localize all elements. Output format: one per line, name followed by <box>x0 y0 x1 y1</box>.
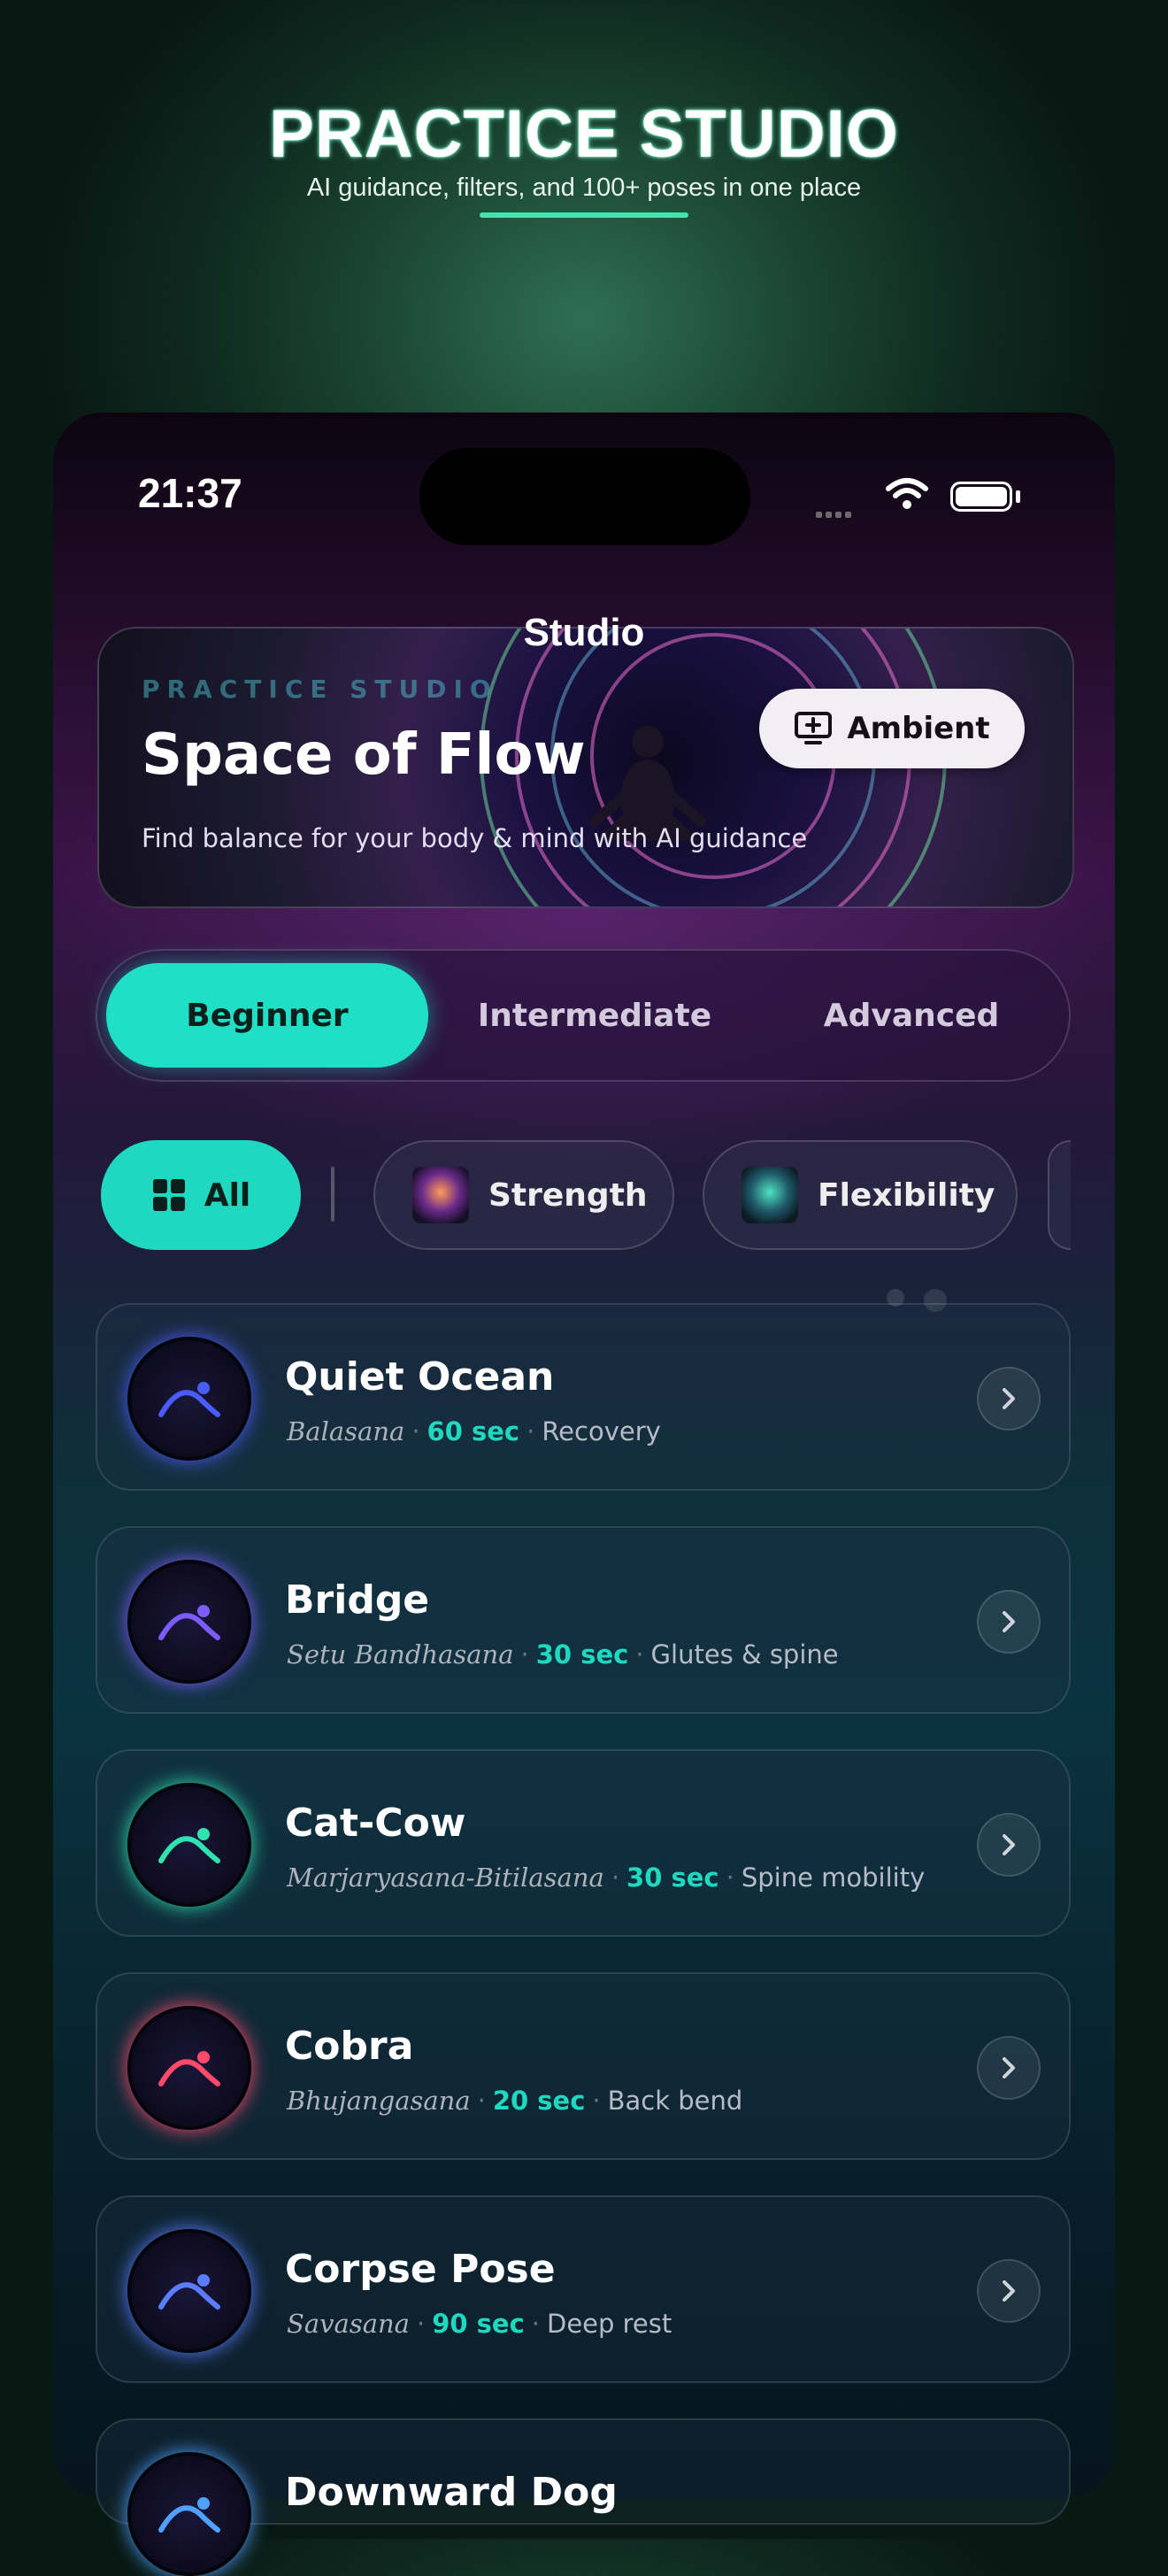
pose-focus: Deep rest <box>546 2309 672 2339</box>
meta-separator: · <box>477 2086 486 2116</box>
lightning-figure-thumbnail <box>412 1167 469 1223</box>
battery-icon <box>950 482 1012 512</box>
pose-focus: Back bend <box>607 2086 743 2116</box>
filter-all[interactable]: All <box>101 1140 301 1250</box>
chevron-right-icon[interactable] <box>977 1813 1041 1877</box>
pose-focus: Recovery <box>542 1416 661 1446</box>
ambient-button[interactable]: Ambient <box>759 689 1025 768</box>
pose-sanskrit-name: Balasana <box>287 1416 405 1446</box>
pose-name: Bridge <box>285 1577 430 1623</box>
meta-separator: · <box>726 1863 734 1893</box>
pose-card[interactable]: Cobra Bhujangasana · 20 sec · Back bend <box>96 1972 1071 2160</box>
pose-name: Cobra <box>285 2024 414 2069</box>
meta-separator: · <box>520 1639 529 1670</box>
hero-kicker: PRACTICE STUDIO <box>142 675 498 704</box>
pose-duration: 20 sec <box>492 2086 586 2116</box>
status-time: 21:37 <box>138 470 242 516</box>
filter-strength-label: Strength <box>488 1176 648 1214</box>
chevron-right-icon[interactable] <box>977 1367 1041 1431</box>
pose-card[interactable]: Bridge Setu Bandhasana · 30 sec · Glutes & sp… <box>96 1526 1071 1714</box>
promo-title: PRACTICE STUDIO <box>269 96 899 172</box>
filter-flexibility-label: Flexibility <box>818 1176 995 1214</box>
ambient-label: Ambient <box>847 711 990 746</box>
meta-separator: · <box>635 1639 644 1670</box>
meta-separator: · <box>416 2309 426 2339</box>
pose-card[interactable]: Downward Dog <box>96 2418 1071 2576</box>
filter-flexibility[interactable]: Flexibility <box>703 1140 1018 1250</box>
pose-name: Corpse Pose <box>285 2247 556 2292</box>
filter-strength[interactable]: Strength <box>373 1140 674 1250</box>
pose-card[interactable]: Corpse Pose Savasana · 90 sec · Deep rest <box>96 2195 1071 2383</box>
spiral-figure-thumbnail <box>742 1167 798 1223</box>
nav-title: Studio <box>523 611 645 654</box>
meta-separator: · <box>411 1416 420 1446</box>
chevron-right-icon[interactable] <box>977 2036 1041 2100</box>
chevron-right-icon[interactable] <box>977 1590 1041 1654</box>
signal-icon <box>816 505 855 521</box>
pose-name: Quiet Ocean <box>285 1354 555 1400</box>
pose-meta: Setu Bandhasana · 30 sec · Glutes & spine <box>287 1639 839 1670</box>
meta-separator: · <box>531 2309 540 2339</box>
hero-banner[interactable]: PRACTICE STUDIO Space of Flow Find balan… <box>97 627 1074 908</box>
hero-title: Space of Flow <box>142 722 586 788</box>
pose-name: Cat-Cow <box>285 1801 466 1846</box>
pose-sanskrit-name: Savasana <box>287 2309 410 2339</box>
level-intermediate[interactable]: Intermediate <box>434 963 756 1068</box>
pose-sanskrit-name: Setu Bandhasana <box>287 1639 514 1670</box>
meta-separator: · <box>526 1416 535 1446</box>
pose-duration: 90 sec <box>432 2309 525 2339</box>
pose-avatar <box>127 1783 251 1907</box>
pose-avatar <box>127 2452 251 2576</box>
pose-avatar <box>127 1337 251 1461</box>
pose-sanskrit-name: Marjaryasana-Bitilasana <box>287 1863 604 1893</box>
dynamic-island <box>419 448 750 545</box>
meta-separator: · <box>592 2086 601 2116</box>
pose-duration: 30 sec <box>535 1639 629 1670</box>
pose-card[interactable]: Quiet Ocean Balasana · 60 sec · Recovery <box>96 1303 1071 1491</box>
level-beginner[interactable]: Beginner <box>106 963 428 1068</box>
meta-separator: · <box>611 1863 620 1893</box>
level-advanced[interactable]: Advanced <box>759 963 1064 1068</box>
pose-name: Downward Dog <box>285 2470 618 2515</box>
wifi-icon <box>886 478 928 509</box>
pose-meta: Bhujangasana · 20 sec · Back bend <box>287 2086 742 2116</box>
bokeh-dot <box>887 1289 904 1307</box>
pose-focus: Spine mobility <box>741 1863 926 1893</box>
pose-avatar <box>127 2229 251 2353</box>
pose-sanskrit-name: Bhujangasana <box>287 2086 471 2116</box>
pose-meta: Savasana · 90 sec · Deep rest <box>287 2309 672 2339</box>
filter-divider <box>331 1167 334 1222</box>
promo-subtitle: AI guidance, filters, and 100+ poses in … <box>306 174 862 202</box>
bokeh-dot <box>924 1289 947 1312</box>
promo-underline <box>480 212 688 218</box>
pose-duration: 60 sec <box>426 1416 520 1446</box>
battery-nub <box>1016 490 1020 503</box>
pose-meta: Marjaryasana-Bitilasana · 30 sec · Spine mob… <box>287 1863 925 1893</box>
pose-card[interactable]: Cat-Cow Marjaryasana-Bitilasana · 30 sec · Sp… <box>96 1749 1071 1937</box>
pose-focus: Glutes & spine <box>650 1639 839 1670</box>
pose-duration: 30 sec <box>626 1863 719 1893</box>
chevron-right-icon[interactable] <box>977 2259 1041 2323</box>
level-segmented-control: Beginner Intermediate Advanced <box>96 949 1071 1082</box>
screen-icon <box>795 712 833 744</box>
filter-more-partial[interactable] <box>1048 1140 1071 1250</box>
pose-avatar <box>127 1560 251 1684</box>
pose-meta: Balasana · 60 sec · Recovery <box>287 1416 661 1446</box>
filter-all-label: All <box>204 1176 251 1214</box>
grid-icon <box>152 1179 185 1211</box>
hero-description: Find balance for your body & mind with A… <box>142 823 808 853</box>
pose-avatar <box>127 2006 251 2130</box>
